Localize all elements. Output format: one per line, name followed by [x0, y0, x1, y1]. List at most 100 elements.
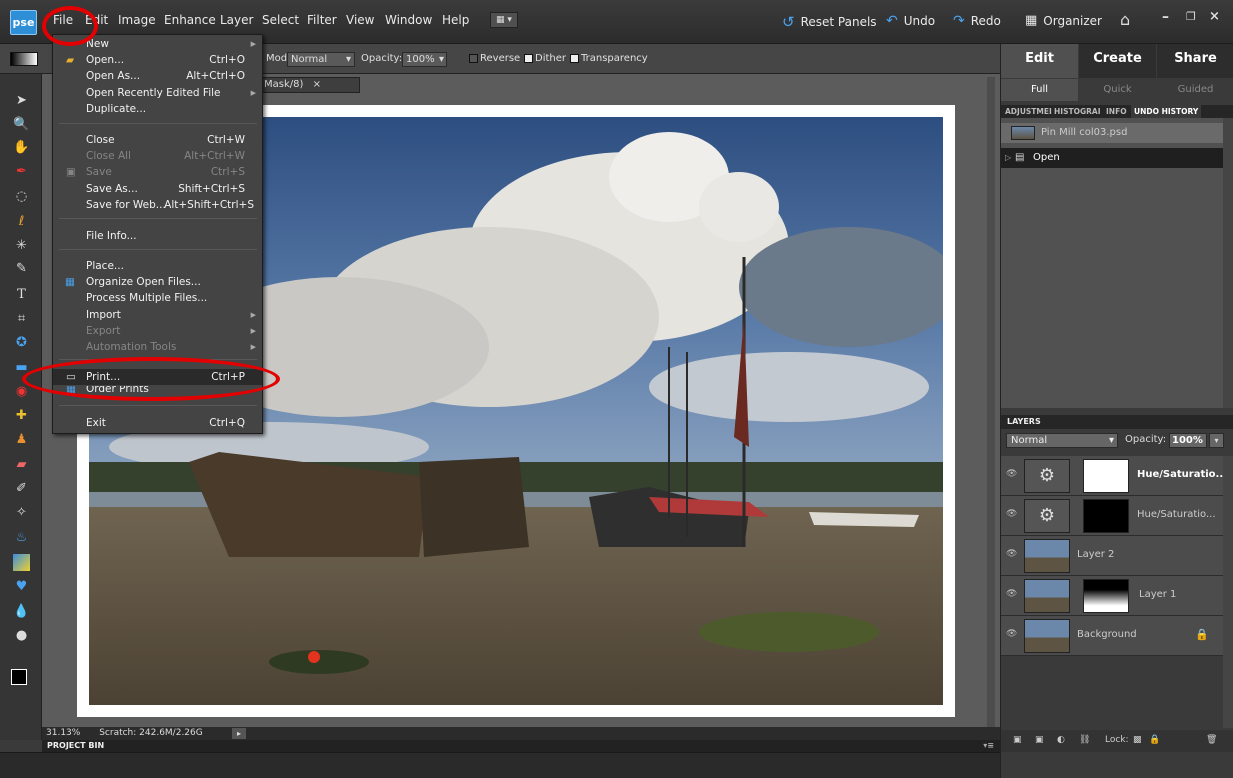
file-menu-file-info[interactable]: File Info...: [53, 228, 262, 244]
transparency-checkbox[interactable]: Transparency: [570, 53, 648, 64]
layer-row-hue-saturation-2[interactable]: 👁 ⚙ Hue/Saturatio...: [1001, 496, 1223, 536]
menu-layer[interactable]: Layer: [220, 13, 253, 27]
menu-enhance[interactable]: Enhance: [164, 13, 216, 27]
blend-mode-select[interactable]: Normal ▾: [1006, 433, 1118, 448]
project-bin-header[interactable]: PROJECT BIN ▾≡: [42, 740, 1000, 752]
tab-create[interactable]: Create: [1079, 44, 1156, 78]
reverse-checkbox[interactable]: Reverse: [469, 53, 520, 64]
sponge-tool-icon[interactable]: ●: [13, 627, 30, 644]
brush-tool-icon[interactable]: ✐: [13, 480, 30, 497]
gradient-preview[interactable]: [10, 52, 38, 66]
new-layer-icon[interactable]: ▣: [1013, 735, 1022, 745]
layer-row-background[interactable]: 👁 Background 🔒: [1001, 616, 1223, 656]
trash-icon[interactable]: 🗑: [1206, 735, 1217, 745]
file-menu-save[interactable]: ▣ Save Ctrl+S: [53, 164, 262, 180]
mode-select[interactable]: Normal ▾: [287, 52, 355, 67]
hand-tool-icon[interactable]: ✋: [13, 139, 30, 156]
file-menu-place[interactable]: Place...: [53, 258, 262, 274]
type-tool-icon[interactable]: T: [13, 286, 30, 303]
status-arrow-button[interactable]: ▸: [232, 728, 246, 739]
adjustment-layer-button-icon[interactable]: ◐: [1057, 735, 1065, 745]
visibility-eye-icon[interactable]: 👁: [1006, 510, 1017, 519]
new-group-icon[interactable]: ▣: [1035, 735, 1044, 745]
menu-view[interactable]: View: [346, 13, 374, 27]
layer-opacity-dropdown[interactable]: ▾: [1209, 433, 1224, 448]
subtab-quick[interactable]: Quick: [1079, 79, 1156, 101]
lock-transparent-icon[interactable]: ▩: [1133, 735, 1142, 745]
undo-scrollbar[interactable]: [1223, 118, 1233, 408]
zoom-tool-icon[interactable]: 🔍: [13, 116, 30, 133]
visibility-eye-icon[interactable]: 👁: [1006, 470, 1017, 479]
visibility-eye-icon[interactable]: 👁: [1006, 550, 1017, 559]
lock-all-icon[interactable]: 🔒: [1149, 735, 1160, 745]
menu-help[interactable]: Help: [442, 13, 469, 27]
project-bin-menu-icon[interactable]: ▾≡: [983, 740, 994, 752]
tab-adjustments[interactable]: ADJUSTMEI: [1005, 105, 1052, 118]
layer-row-hue-saturation-1[interactable]: 👁 ⚙ Hue/Saturatio...: [1001, 456, 1227, 496]
menu-filter[interactable]: Filter: [307, 13, 337, 27]
subtab-full[interactable]: Full: [1001, 79, 1078, 101]
layers-scrollbar[interactable]: [1223, 456, 1233, 728]
file-menu-save-for-web[interactable]: Save for Web... Alt+Shift+Ctrl+S: [53, 197, 262, 213]
file-menu-open-as[interactable]: Open As... Alt+Ctrl+O: [53, 68, 262, 84]
file-menu-import[interactable]: Import ▶: [53, 307, 262, 323]
paint-bucket-tool-icon[interactable]: ♨: [13, 529, 30, 546]
close-button[interactable]: ×: [1209, 9, 1220, 24]
visibility-eye-icon[interactable]: 👁: [1006, 630, 1017, 639]
file-menu-open-recent[interactable]: Open Recently Edited File ▶: [53, 85, 262, 101]
transparency-check-box[interactable]: [570, 53, 579, 63]
cookie-cutter-tool-icon[interactable]: ✪: [13, 334, 30, 351]
history-open-row[interactable]: ▷ ▤ Open: [1001, 148, 1223, 168]
organizer-button[interactable]: ▦ Organizer: [1025, 13, 1102, 28]
reverse-check-box[interactable]: [469, 53, 478, 63]
menu-window[interactable]: Window: [385, 13, 432, 27]
crop-tool-icon[interactable]: ⌗: [13, 310, 30, 327]
eraser-tool-icon[interactable]: ▰: [13, 456, 30, 473]
zoom-level[interactable]: 31.13%: [46, 728, 80, 738]
menu-select[interactable]: Select: [262, 13, 299, 27]
layer-row-layer-2[interactable]: 👁 Layer 2: [1001, 536, 1223, 576]
file-menu-process-multiple[interactable]: Process Multiple Files...: [53, 290, 262, 306]
history-snapshot-row[interactable]: Pin Mill col03.psd: [1001, 123, 1223, 143]
foreground-color-swatch[interactable]: [11, 669, 27, 685]
move-tool-icon[interactable]: ➤: [13, 92, 30, 109]
close-tab-icon[interactable]: ×: [313, 79, 321, 90]
file-menu-close-all[interactable]: Close All Alt+Ctrl+W: [53, 148, 262, 164]
menu-image[interactable]: Image: [118, 13, 156, 27]
gradient-tool-icon[interactable]: [13, 554, 30, 571]
file-menu-export[interactable]: Export ▶: [53, 323, 262, 339]
clone-stamp-tool-icon[interactable]: ♟: [13, 431, 30, 448]
file-menu-organize-open-files[interactable]: ▦ Organize Open Files...: [53, 274, 262, 290]
marquee-tool-icon[interactable]: ◌: [13, 188, 30, 205]
file-menu-close[interactable]: Close Ctrl+W: [53, 132, 262, 148]
reset-panels-button[interactable]: ↺ Reset Panels: [782, 13, 877, 31]
tab-share[interactable]: Share: [1157, 44, 1233, 78]
layer-opacity-input[interactable]: 100%: [1169, 433, 1207, 448]
subtab-guided[interactable]: Guided: [1157, 79, 1233, 101]
file-menu-exit[interactable]: Exit Ctrl+Q: [53, 415, 262, 431]
blur-tool-icon[interactable]: 💧: [13, 603, 30, 620]
opacity-input[interactable]: 100% ▾: [402, 52, 447, 67]
smart-brush-tool-icon[interactable]: ✧: [13, 504, 30, 521]
restore-button[interactable]: ❐: [1186, 10, 1196, 23]
magic-wand-tool-icon[interactable]: ✳: [13, 237, 30, 254]
file-menu-automation-tools[interactable]: Automation Tools ▶: [53, 339, 262, 355]
healing-brush-tool-icon[interactable]: ✚: [13, 407, 30, 424]
redo-button[interactable]: ↷ Redo: [953, 13, 1001, 29]
dither-checkbox[interactable]: Dither: [524, 53, 566, 64]
visibility-eye-icon[interactable]: 👁: [1006, 590, 1017, 599]
layer-row-layer-1[interactable]: 👁 Layer 1: [1001, 576, 1223, 616]
tab-undo-history[interactable]: UNDO HISTORY: [1131, 105, 1202, 118]
document-tab[interactable]: Mask/8) ×: [260, 77, 360, 93]
tab-info[interactable]: INFO: [1106, 105, 1127, 118]
arrange-button[interactable]: ▦ ▾: [490, 12, 518, 28]
undo-button[interactable]: ↶ Undo: [886, 13, 935, 29]
home-icon[interactable]: ⌂: [1120, 10, 1130, 29]
tab-histogram[interactable]: HISTOGRAI: [1054, 105, 1101, 118]
dither-check-box[interactable]: [524, 53, 533, 63]
file-menu-open[interactable]: ▰ Open... Ctrl+O: [53, 52, 262, 68]
minimize-button[interactable]: –: [1162, 9, 1169, 25]
quick-selection-tool-icon[interactable]: ✎: [13, 260, 30, 277]
file-menu-save-as[interactable]: Save As... Shift+Ctrl+S: [53, 181, 262, 197]
vertical-scrollbar[interactable]: [987, 77, 995, 727]
